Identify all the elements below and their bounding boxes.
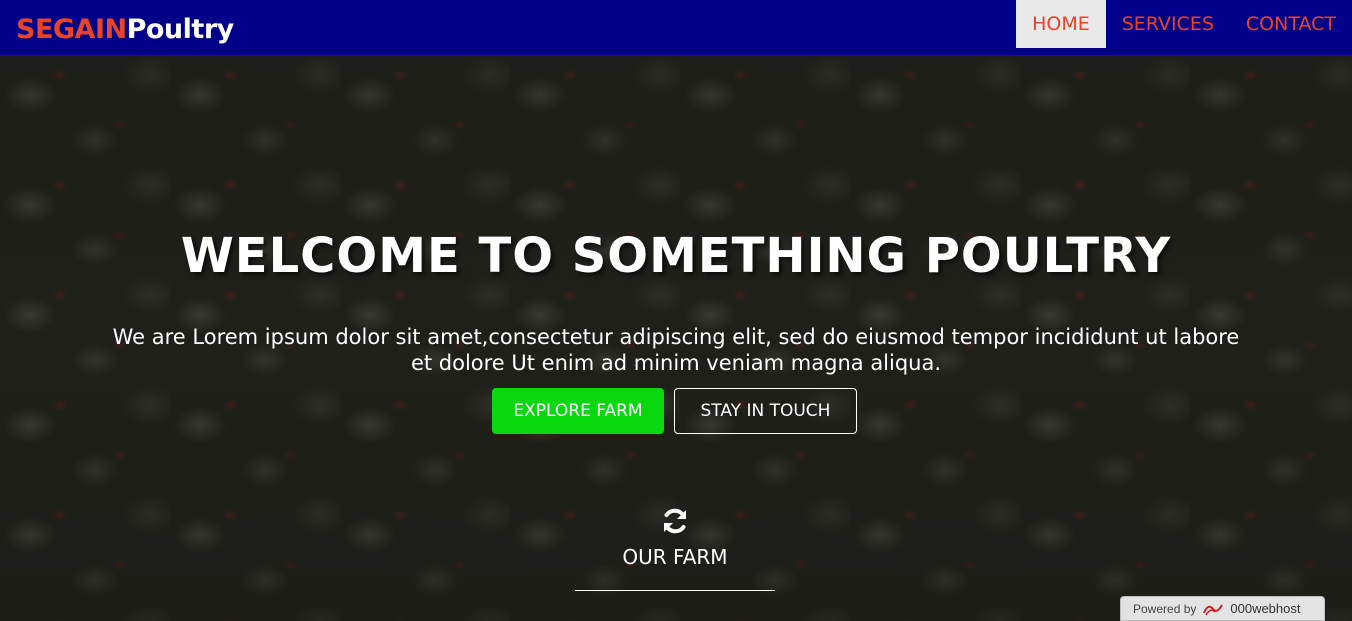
brand-part1: SEGAIN xyxy=(16,14,127,45)
nav-services[interactable]: SERVICES xyxy=(1106,0,1230,48)
brand-part2: Poultry xyxy=(126,14,235,45)
our-farm-label: OUR FARM xyxy=(622,545,728,569)
000webhost-logo-icon xyxy=(1203,603,1224,615)
powered-by-badge[interactable]: Powered by 000webhost xyxy=(1120,596,1325,621)
navbar: SEGAINPoultry HOME SERVICES CONTACT xyxy=(0,0,1352,55)
page: SEGAINPoultry HOME SERVICES CONTACT WELC… xyxy=(0,0,1352,621)
nav-home[interactable]: HOME xyxy=(1016,0,1106,48)
brand-logo[interactable]: SEGAINPoultry xyxy=(16,12,234,48)
explore-farm-button[interactable]: EXPLORE FARM xyxy=(492,388,664,434)
section-divider xyxy=(575,590,775,591)
powered-by-text: Powered by xyxy=(1133,601,1197,616)
hero-title: WELCOME TO SOMETHING POULTRY xyxy=(180,228,1172,284)
hero-lead-line2: et dolore Ut enim ad minim veniam magna … xyxy=(410,351,942,375)
hero-content: WELCOME TO SOMETHING POULTRY We are Lore… xyxy=(0,0,1352,621)
nav-contact[interactable]: CONTACT xyxy=(1230,0,1352,48)
hero-lead: We are Lorem ipsum dolor sit amet,consec… xyxy=(70,324,1282,376)
hero-lead-line1: We are Lorem ipsum dolor sit amet,consec… xyxy=(112,325,1240,349)
stay-in-touch-button[interactable]: STAY IN TOUCH xyxy=(674,388,857,434)
host-name: 000webhost xyxy=(1230,601,1301,616)
refresh-icon xyxy=(664,508,686,534)
main-nav: HOME SERVICES CONTACT xyxy=(1016,0,1352,48)
